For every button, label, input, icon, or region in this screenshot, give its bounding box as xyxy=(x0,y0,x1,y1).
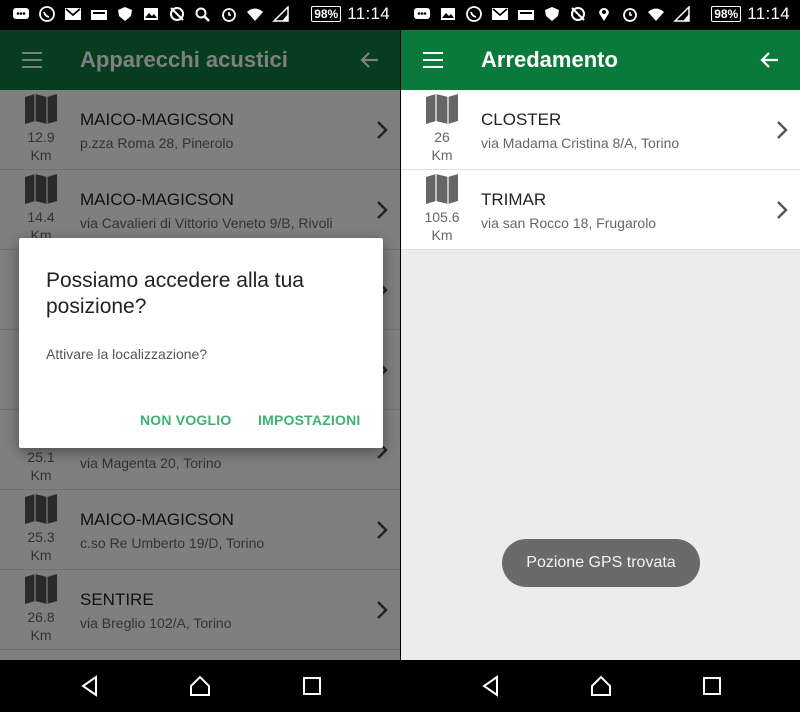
status-bar: 98% 11:14 xyxy=(401,0,800,30)
list-item[interactable]: 105.6 Km TRIMAR via san Rocco 18, Frugaro… xyxy=(401,170,800,250)
search-icon xyxy=(195,7,210,22)
gps-toast: Pozione GPS trovata xyxy=(502,539,700,587)
distance-value: 105.6 xyxy=(424,209,460,225)
app-bar: Arredamento xyxy=(401,30,800,90)
clock: 11:14 xyxy=(747,4,790,23)
recents-nav-icon[interactable] xyxy=(700,674,724,698)
notification-icons xyxy=(12,6,290,22)
shop-list: 26 Km CLOSTER via Madama Cristina 8/A, To… xyxy=(401,90,800,250)
back-nav-icon[interactable] xyxy=(479,674,503,698)
back-nav-icon[interactable] xyxy=(78,674,102,698)
distance-value: 26 xyxy=(434,129,450,145)
news-icon xyxy=(518,10,534,20)
map-icon xyxy=(426,174,458,204)
image-icon xyxy=(144,8,158,20)
right-screen: 98% 11:14 Arredamento 26 Km CLOSTER via M… xyxy=(401,0,800,712)
wifi-icon xyxy=(247,8,263,21)
page-title: Arredamento xyxy=(481,47,618,72)
settings-button[interactable]: IMPOSTAZIONI xyxy=(258,412,360,428)
wifi-icon xyxy=(648,8,664,21)
location-icon xyxy=(599,8,609,21)
no-location-icon xyxy=(170,7,184,21)
gmail-icon xyxy=(492,8,508,20)
alarm-icon xyxy=(623,8,637,22)
item-name: CLOSTER xyxy=(481,110,562,129)
news-icon xyxy=(91,10,107,20)
whatsapp-icon xyxy=(466,6,482,22)
dialog-message: Attivare la localizzazione? xyxy=(46,346,208,362)
recents-nav-icon[interactable] xyxy=(300,674,324,698)
shield-icon xyxy=(118,7,132,21)
signal-icon xyxy=(673,6,690,22)
distance-unit: Km xyxy=(431,227,453,243)
no-location-icon xyxy=(571,7,585,21)
navigation-bar xyxy=(0,660,400,712)
location-permission-dialog: Possiamo accedere alla tua posizione? At… xyxy=(19,238,383,448)
menu-icon[interactable] xyxy=(423,52,443,68)
dialog-title: Possiamo accedere alla tua posizione? xyxy=(46,269,304,318)
map-icon xyxy=(426,94,458,124)
decline-button[interactable]: NON VOGLIO xyxy=(140,412,231,428)
image-icon xyxy=(441,8,455,20)
whatsapp-icon xyxy=(39,6,55,22)
distance-unit: Km xyxy=(431,147,453,163)
left-screen: 98% 11:14 Apparecchi acustici 12.9Km MAI… xyxy=(0,0,400,712)
item-name: TRIMAR xyxy=(481,190,547,209)
home-nav-icon[interactable] xyxy=(589,674,613,698)
back-arrow-icon[interactable] xyxy=(758,48,782,72)
clock: 11:14 xyxy=(347,4,390,23)
battery-indicator: 98% xyxy=(311,6,342,22)
battery-indicator: 98% xyxy=(711,6,742,22)
status-bar: 98% 11:14 xyxy=(0,0,400,30)
chevron-right-icon xyxy=(777,201,788,219)
alarm-icon xyxy=(222,8,236,22)
item-address: via san Rocco 18, Frugarolo xyxy=(481,215,657,231)
item-address: via Madama Cristina 8/A, Torino xyxy=(481,135,680,151)
chevron-right-icon xyxy=(777,121,788,139)
notification-icons xyxy=(413,6,691,22)
shield-icon xyxy=(545,7,559,21)
chat-icon xyxy=(13,8,29,19)
gmail-icon xyxy=(65,8,81,20)
list-item[interactable]: 26 Km CLOSTER via Madama Cristina 8/A, To… xyxy=(401,90,800,170)
chat-icon xyxy=(414,8,430,19)
home-nav-icon[interactable] xyxy=(188,674,212,698)
navigation-bar xyxy=(401,660,800,712)
signal-icon xyxy=(272,6,289,22)
